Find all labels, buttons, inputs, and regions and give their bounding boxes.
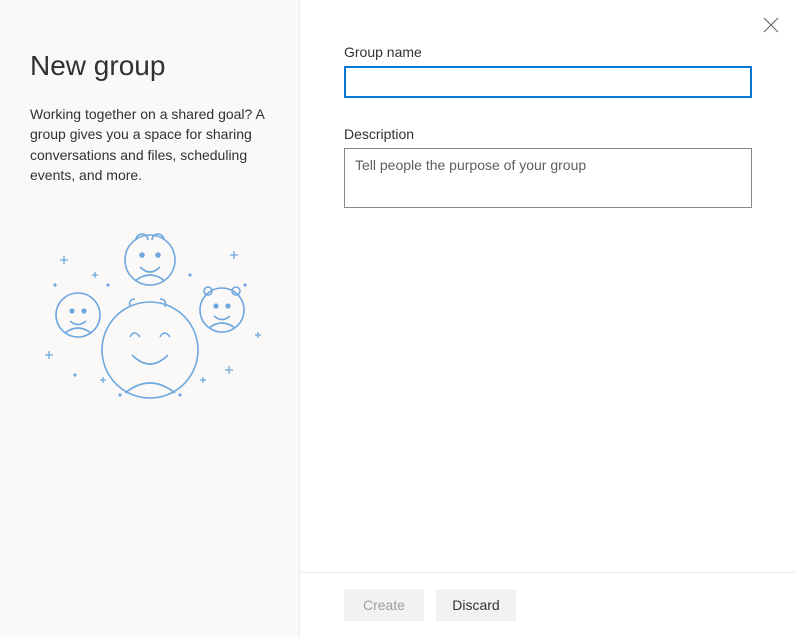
create-button[interactable]: Create (344, 589, 424, 621)
sidebar-panel: New group Working together on a shared g… (0, 0, 300, 637)
form-area: Group name Description (300, 0, 796, 572)
main-panel: Group name Description Create Discard (300, 0, 796, 637)
description-input[interactable] (344, 148, 752, 208)
panel-description: Working together on a shared goal? A gro… (30, 104, 269, 185)
panel-title: New group (30, 50, 269, 82)
group-name-label: Group name (344, 44, 752, 60)
footer-actions: Create Discard (300, 572, 796, 637)
group-illustration-icon (30, 225, 269, 420)
group-name-input[interactable] (344, 66, 752, 98)
description-label: Description (344, 126, 752, 142)
close-button[interactable] (760, 14, 782, 36)
discard-button[interactable]: Discard (436, 589, 516, 621)
close-icon (763, 17, 779, 33)
